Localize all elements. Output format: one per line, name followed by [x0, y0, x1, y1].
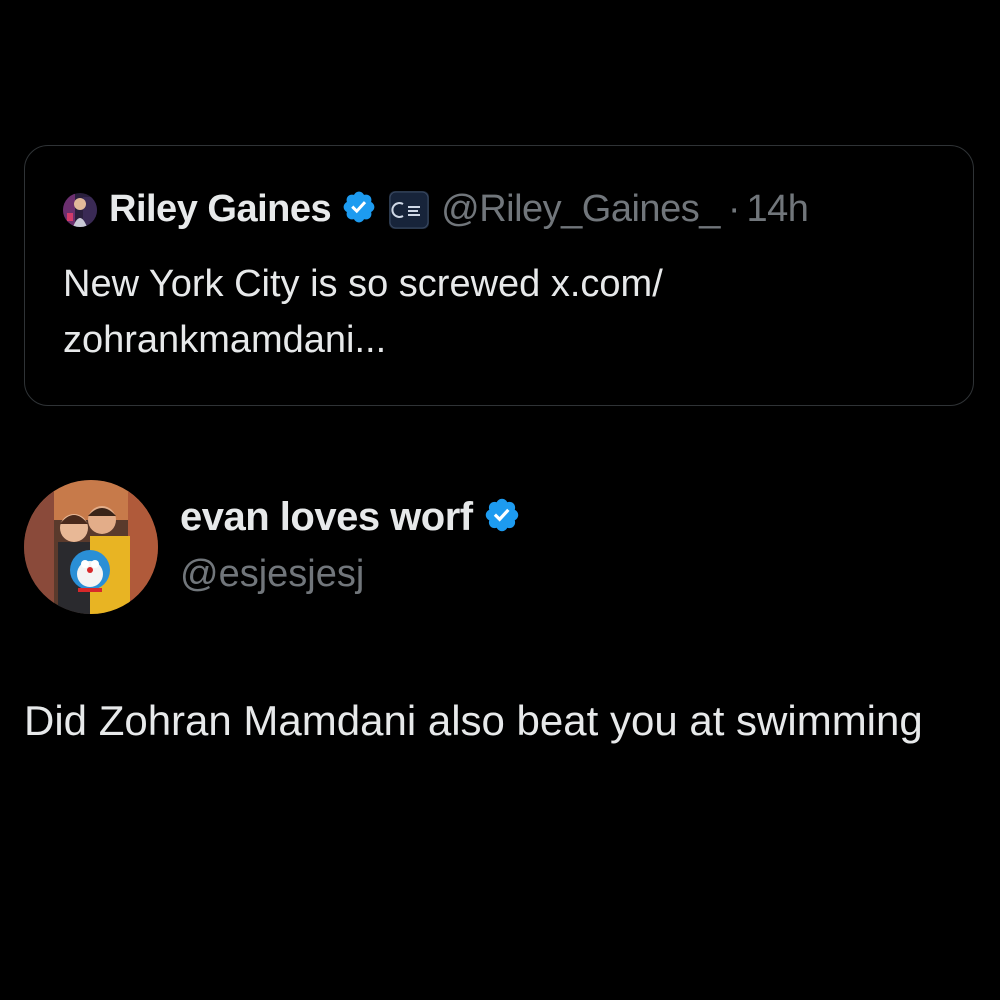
- separator-dot: ·: [727, 188, 741, 230]
- quoted-post-text-body: New York City is so screwed: [63, 263, 551, 305]
- verified-badge-icon: [483, 496, 521, 539]
- quoted-author-name[interactable]: Riley Gaines: [109, 188, 332, 231]
- reply-author-name[interactable]: evan loves worf: [180, 495, 473, 540]
- quoted-post-header: Riley Gaines @Riley_Gaines_ · 14h: [63, 188, 809, 231]
- quoted-post-card[interactable]: Riley Gaines @Riley_Gaines_ · 14h New Yo…: [24, 145, 974, 406]
- reply-author-avatar[interactable]: [24, 480, 158, 614]
- quoted-post-timestamp[interactable]: 14h: [747, 188, 809, 231]
- reply-author-avatar-image: [24, 480, 158, 614]
- affiliation-badge-icon[interactable]: [389, 190, 430, 229]
- reply-post-text: Did Zohran Mamdani also beat you at swim…: [24, 697, 923, 744]
- quoted-post-text: New York City is so screwed x.com/ zohra…: [63, 256, 933, 368]
- quoted-author-avatar[interactable]: [63, 192, 97, 227]
- quoted-author-handle[interactable]: @Riley_Gaines_: [441, 188, 720, 231]
- verified-badge-icon: [341, 189, 377, 230]
- quoted-author-avatar-image: [63, 192, 97, 227]
- reply-author-handle[interactable]: @esjesjesj: [180, 553, 364, 596]
- reply-header: evan loves worf: [180, 495, 521, 540]
